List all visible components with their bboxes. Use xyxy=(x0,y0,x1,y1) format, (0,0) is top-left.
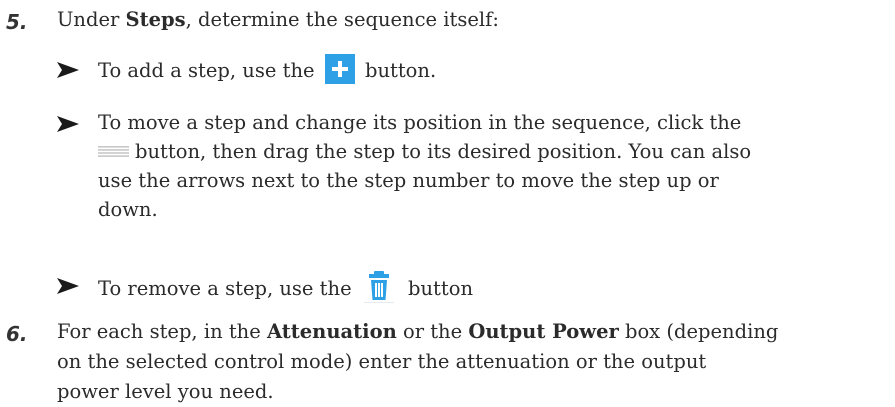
step-6-line-1: For each step, in the Attenuation or the… xyxy=(57,317,885,347)
step-6-t1: For each step, in the xyxy=(57,320,267,343)
drag-handle-icon xyxy=(98,146,129,157)
step-6-t2: or the xyxy=(396,320,469,343)
move-line-1: To move a step and change its position i… xyxy=(98,111,742,134)
move-line-2: button, then drag the step to its desire… xyxy=(98,137,883,166)
step-6-text: For each step, in the Attenuation or the… xyxy=(57,317,885,407)
step-number: 6. xyxy=(6,322,28,346)
step-6-t3: box (depending xyxy=(618,320,779,343)
move-line-2-text: button, then drag the step to its desire… xyxy=(135,140,752,163)
move-line-4: down. xyxy=(98,198,158,221)
step-5-text-after: , determine the sequence itself: xyxy=(185,8,499,31)
plus-icon xyxy=(324,54,355,84)
bullet-move-text: To move a step and change its position i… xyxy=(98,108,883,224)
attenuation-label: Attenuation xyxy=(266,320,397,343)
step-5-text-before: Under xyxy=(57,8,126,31)
step-5-text: Under Steps, determine the sequence itse… xyxy=(57,5,885,35)
trash-icon xyxy=(363,271,394,303)
bullet-remove-text: To remove a step, use the button xyxy=(98,270,883,303)
add-text-before: To add a step, use the xyxy=(98,59,315,82)
remove-text-after: button xyxy=(408,277,474,300)
output-power-label: Output Power xyxy=(468,320,619,343)
bullet-arrow-icon xyxy=(57,116,79,132)
step-6-line-3: power level you need. xyxy=(57,380,274,403)
bullet-arrow-icon xyxy=(57,278,79,294)
add-text-after: button. xyxy=(364,59,437,82)
remove-text-before: To remove a step, use the xyxy=(98,277,352,300)
bullet-add-text: To add a step, use the button. xyxy=(98,54,883,85)
steps-label: Steps xyxy=(125,8,186,31)
step-6-line-2: on the selected control mode) enter the … xyxy=(57,350,707,373)
move-line-3: use the arrows next to the step number t… xyxy=(98,169,719,192)
step-number: 5. xyxy=(6,10,28,34)
bullet-arrow-icon xyxy=(57,62,79,78)
